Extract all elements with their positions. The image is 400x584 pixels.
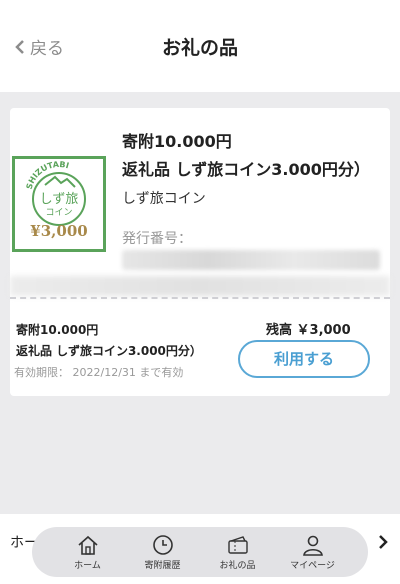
home-icon [77, 535, 98, 555]
user-icon [302, 535, 323, 556]
divider [10, 297, 390, 299]
chevron-right-icon[interactable] [378, 534, 388, 550]
donation-amount: 寄附10.000円 [122, 132, 232, 151]
tab-bar: ホーム 寄附履歴 お礼の品 マイページ [32, 527, 368, 577]
issue-number-label: 発行番号： [122, 231, 192, 247]
tab-home[interactable]: ホーム [57, 534, 119, 571]
svg-text:しず旅: しず旅 [40, 192, 79, 207]
tab-label: マイページ [290, 560, 335, 571]
logo-price: ¥3,000 [30, 222, 88, 240]
use-button[interactable]: 利用する [238, 340, 370, 378]
gift-description: 返礼品 しず旅コイン3.000円分） [122, 160, 370, 179]
tab-gifts[interactable]: お礼の品 [207, 534, 269, 571]
ticket-icon [227, 535, 248, 554]
coin-logo: SHIZUTABI しず旅 コイン ¥3,000 [12, 156, 106, 252]
bottom-donation: 寄附10.000円 [16, 323, 99, 337]
clock-icon [152, 534, 173, 555]
balance: 残高 ￥3,000 [266, 323, 351, 338]
coin-name: しず旅コイン [122, 191, 206, 207]
gift-card: SHIZUTABI しず旅 コイン ¥3,000 寄附10.000円 返礼品 し… [10, 108, 390, 396]
issue-number-redacted [122, 250, 380, 270]
bottom-gift: 返礼品 しず旅コイン3.000円分） [16, 344, 202, 358]
header: 戻る お礼の品 [0, 0, 400, 92]
svg-text:コイン: コイン [45, 208, 72, 218]
redacted-strip [10, 276, 390, 296]
page-title: お礼の品 [161, 37, 238, 59]
tab-history[interactable]: 寄附履歴 [132, 534, 194, 571]
expiry-date: 有効期限： 2022/12/31 まで有効 [14, 366, 184, 379]
tab-mypage[interactable]: マイページ [282, 534, 344, 571]
tab-label: ホーム [74, 560, 101, 571]
tab-label: 寄附履歴 [144, 560, 181, 571]
tab-label: お礼の品 [219, 560, 256, 571]
